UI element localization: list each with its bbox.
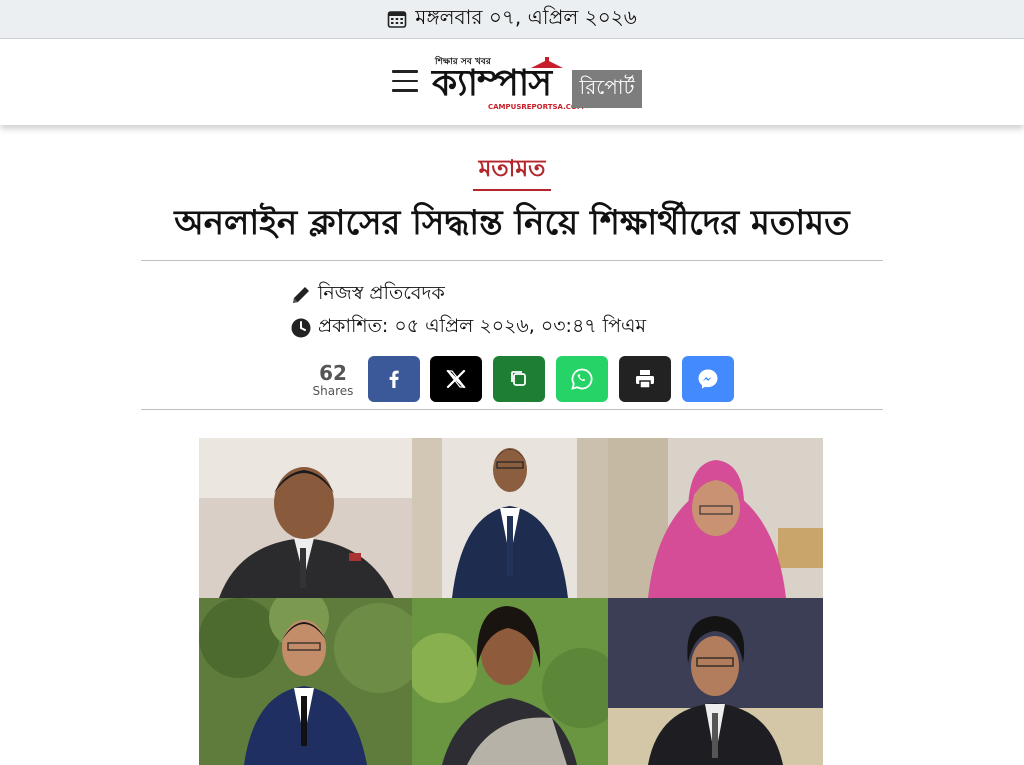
pencil-icon [290, 284, 312, 306]
student-photo [608, 438, 823, 598]
hamburger-menu-icon[interactable] [392, 70, 418, 92]
logo-site-url: CAMPUSREPORTSA.COM [488, 103, 584, 111]
clock-icon [290, 317, 312, 339]
messenger-icon [698, 369, 718, 389]
facebook-share-button[interactable] [368, 356, 420, 402]
student-photo [199, 598, 412, 765]
category-underline [473, 189, 551, 191]
share-count: 62 Shares [308, 362, 358, 398]
divider [141, 409, 883, 410]
logo-main-text: ক্যাম্পাস [432, 63, 552, 104]
student-photo [412, 438, 608, 598]
article-photo-collage [199, 438, 823, 765]
author-line: নিজস্ব প্রতিবেদক [290, 279, 445, 311]
site-header: শিক্ষার সব খবর ক্যাম্পাস CAMPUSREPORTSA.… [0, 39, 1024, 125]
student-photo [199, 438, 412, 598]
divider [141, 260, 883, 261]
published-date: প্রকাশিত: ০৫ এপ্রিল ২০২৬, ০৩:৪৭ পিএম [318, 315, 647, 337]
current-date: মঙ্গলবার ০৭, এপ্রিল ২০২৬ [415, 4, 637, 29]
student-photo [608, 598, 823, 765]
x-share-button[interactable] [430, 356, 482, 402]
calendar-icon [387, 9, 407, 29]
article-category[interactable]: মতামত [0, 150, 1024, 189]
x-icon [446, 369, 466, 389]
author-name[interactable]: নিজস্ব প্রতিবেদক [318, 279, 445, 311]
print-icon [636, 370, 654, 389]
share-count-label: Shares [312, 384, 354, 398]
date-bar: মঙ্গলবার ০৭, এপ্রিল ২০২৬ [0, 0, 1024, 39]
copy-link-button[interactable] [493, 356, 545, 402]
whatsapp-icon [571, 368, 593, 390]
messenger-share-button[interactable] [682, 356, 734, 402]
site-logo[interactable]: শিক্ষার সব খবর ক্যাম্পাস CAMPUSREPORTSA.… [432, 54, 644, 112]
copy-icon [511, 371, 526, 386]
article-headline: অনলাইন ক্লাসের সিদ্ধান্ত নিয়ে শিক্ষার্থ… [174, 203, 850, 243]
share-count-number: 62 [319, 361, 347, 385]
facebook-icon [389, 370, 399, 388]
student-photo [412, 598, 608, 765]
whatsapp-share-button[interactable] [556, 356, 608, 402]
published-line: প্রকাশিত: ০৫ এপ্রিল ২০২৬, ০৩:৪৭ পিএম [290, 312, 646, 344]
print-button[interactable] [619, 356, 671, 402]
logo-badge: রিপোর্ট [572, 70, 642, 108]
